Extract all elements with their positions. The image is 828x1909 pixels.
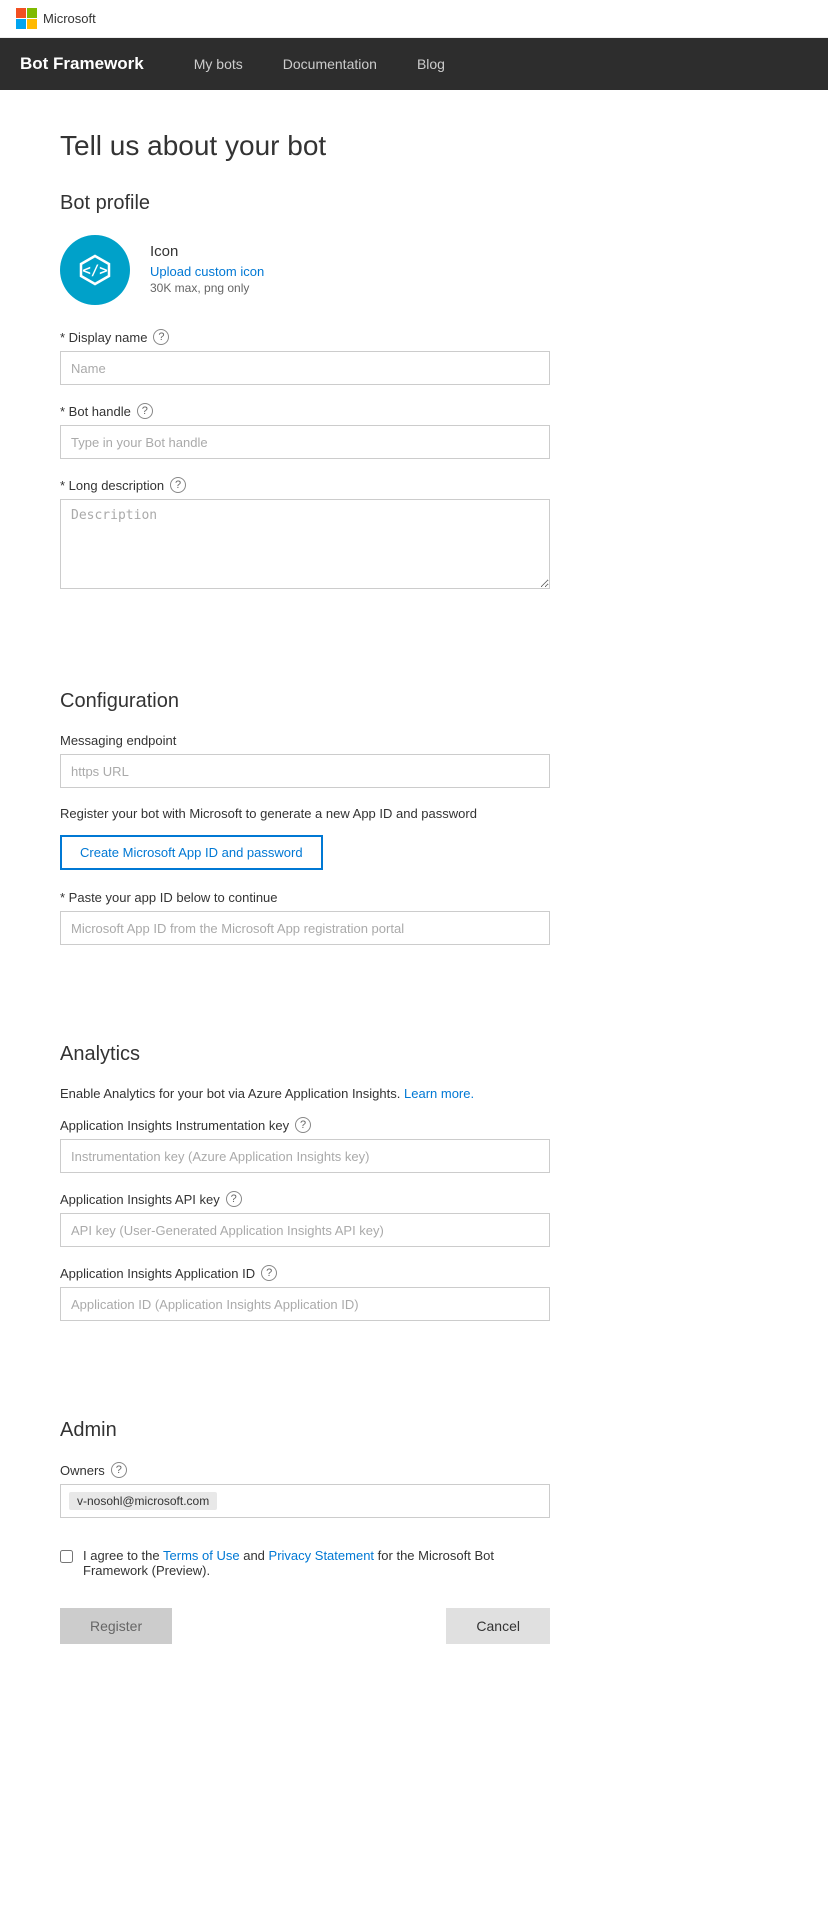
navbar-link-my-bots[interactable]: My bots xyxy=(174,38,263,90)
register-button[interactable]: Register xyxy=(60,1608,172,1644)
api-key-input[interactable] xyxy=(60,1213,550,1247)
navbar: Bot Framework My bots Documentation Blog xyxy=(0,38,828,90)
bot-icon-svg: </> xyxy=(75,250,115,290)
api-key-help-icon[interactable]: ? xyxy=(226,1191,242,1207)
create-app-id-button[interactable]: Create Microsoft App ID and password xyxy=(60,835,323,870)
application-id-group: Application Insights Application ID ? xyxy=(60,1265,768,1321)
terms-of-use-link[interactable]: Terms of Use xyxy=(163,1548,240,1563)
messaging-endpoint-input[interactable] xyxy=(60,754,550,788)
cancel-button[interactable]: Cancel xyxy=(446,1608,550,1644)
navbar-link-blog[interactable]: Blog xyxy=(397,38,465,90)
configuration-title: Configuration xyxy=(60,690,768,713)
owners-help-icon[interactable]: ? xyxy=(111,1462,127,1478)
navbar-brand: Bot Framework xyxy=(20,54,144,74)
analytics-section: Analytics Enable Analytics for your bot … xyxy=(60,1043,768,1321)
app-id-input[interactable] xyxy=(60,911,550,945)
bot-icon-circle: </> xyxy=(60,235,130,305)
api-key-group: Application Insights API key ? xyxy=(60,1191,768,1247)
admin-section: Admin Owners ? v-nosohl@microsoft.com xyxy=(60,1419,768,1518)
bot-profile-title: Bot profile xyxy=(60,192,768,215)
long-description-label: * Long description ? xyxy=(60,477,768,493)
ms-topbar: Microsoft xyxy=(0,0,828,38)
navbar-links: My bots Documentation Blog xyxy=(174,38,465,90)
register-text: Register your bot with Microsoft to gene… xyxy=(60,806,768,821)
main-content: Tell us about your bot Bot profile </> I… xyxy=(0,90,828,1704)
application-id-label: Application Insights Application ID ? xyxy=(60,1265,768,1281)
analytics-title: Analytics xyxy=(60,1043,768,1066)
bot-handle-label: * Bot handle ? xyxy=(60,403,768,419)
terms-checkbox[interactable] xyxy=(60,1550,73,1563)
admin-title: Admin xyxy=(60,1419,768,1442)
messaging-endpoint-label: Messaging endpoint xyxy=(60,733,768,748)
instrumentation-key-help-icon[interactable]: ? xyxy=(295,1117,311,1133)
buttons-row: Register Cancel xyxy=(60,1608,550,1644)
icon-info: Icon Upload custom icon 30K max, png onl… xyxy=(150,235,264,295)
messaging-endpoint-group: Messaging endpoint xyxy=(60,733,768,788)
api-key-label: Application Insights API key ? xyxy=(60,1191,768,1207)
icon-section: </> Icon Upload custom icon 30K max, png… xyxy=(60,235,768,305)
display-name-label: * Display name ? xyxy=(60,329,768,345)
paste-label: * Paste your app ID below to continue xyxy=(60,890,768,905)
display-name-help-icon[interactable]: ? xyxy=(153,329,169,345)
display-name-input[interactable] xyxy=(60,351,550,385)
long-description-group: * Long description ? xyxy=(60,477,768,592)
bot-handle-input[interactable] xyxy=(60,425,550,459)
instrumentation-key-input[interactable] xyxy=(60,1139,550,1173)
learn-more-link[interactable]: Learn more. xyxy=(404,1086,474,1101)
display-name-group: * Display name ? xyxy=(60,329,768,385)
app-id-group xyxy=(60,911,768,945)
owner-tag: v-nosohl@microsoft.com xyxy=(69,1492,217,1510)
ms-logo-icon xyxy=(16,8,37,29)
ms-logo-text: Microsoft xyxy=(43,11,96,26)
upload-custom-icon-link[interactable]: Upload custom icon xyxy=(150,264,264,279)
terms-row: I agree to the Terms of Use and Privacy … xyxy=(60,1548,550,1578)
icon-size-hint: 30K max, png only xyxy=(150,281,264,295)
page-title: Tell us about your bot xyxy=(60,130,768,162)
long-description-input[interactable] xyxy=(60,499,550,589)
privacy-statement-link[interactable]: Privacy Statement xyxy=(269,1548,375,1563)
application-id-input[interactable] xyxy=(60,1287,550,1321)
analytics-description: Enable Analytics for your bot via Azure … xyxy=(60,1086,768,1101)
bot-handle-help-icon[interactable]: ? xyxy=(137,403,153,419)
instrumentation-key-group: Application Insights Instrumentation key… xyxy=(60,1117,768,1173)
long-description-help-icon[interactable]: ? xyxy=(170,477,186,493)
svg-text:</>: </> xyxy=(82,263,107,279)
configuration-section: Configuration Messaging endpoint Registe… xyxy=(60,690,768,945)
ms-logo: Microsoft xyxy=(16,8,96,29)
owners-group: Owners ? v-nosohl@microsoft.com xyxy=(60,1462,768,1518)
navbar-link-documentation[interactable]: Documentation xyxy=(263,38,397,90)
owners-label: Owners ? xyxy=(60,1462,768,1478)
icon-label: Icon xyxy=(150,243,264,260)
application-id-help-icon[interactable]: ? xyxy=(261,1265,277,1281)
bot-handle-group: * Bot handle ? xyxy=(60,403,768,459)
owners-input-wrap[interactable]: v-nosohl@microsoft.com xyxy=(60,1484,550,1518)
instrumentation-key-label: Application Insights Instrumentation key… xyxy=(60,1117,768,1133)
